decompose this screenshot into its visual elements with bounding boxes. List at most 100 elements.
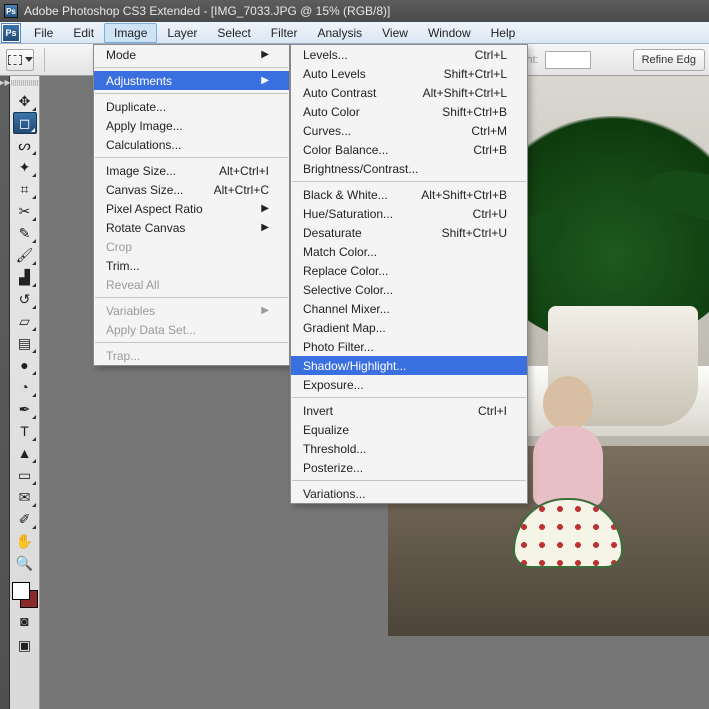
submenu-arrow-icon: ▶ bbox=[261, 75, 269, 86]
adjustments-submenu-dropdown: Levels...Ctrl+LAuto LevelsShift+Ctrl+LAu… bbox=[290, 44, 528, 504]
menubar: Ps FileEditImageLayerSelectFilterAnalysi… bbox=[0, 22, 709, 44]
color-swatches[interactable] bbox=[12, 582, 38, 608]
menu-item-label: Image Size... bbox=[106, 164, 195, 178]
adjust-menu-replace-color[interactable]: Replace Color... bbox=[291, 261, 527, 280]
adjust-menu-black-white[interactable]: Black & White...Alt+Shift+Ctrl+B bbox=[291, 185, 527, 204]
shape-tool[interactable]: ▭ bbox=[13, 464, 37, 486]
adjust-menu-threshold[interactable]: Threshold... bbox=[291, 439, 527, 458]
menu-item-label: Brightness/Contrast... bbox=[303, 162, 507, 176]
menu-item-label: Apply Image... bbox=[106, 119, 269, 133]
adjust-menu-curves[interactable]: Curves...Ctrl+M bbox=[291, 121, 527, 140]
menu-item-shortcut: Shift+Ctrl+B bbox=[442, 105, 507, 119]
menu-item-label: Photo Filter... bbox=[303, 340, 507, 354]
lasso-tool[interactable]: ᔕ bbox=[13, 134, 37, 156]
adjust-menu-desaturate[interactable]: DesaturateShift+Ctrl+U bbox=[291, 223, 527, 242]
submenu-arrow-icon: ▶ bbox=[261, 305, 269, 316]
adjust-menu-gradient-map[interactable]: Gradient Map... bbox=[291, 318, 527, 337]
adjust-menu-auto-contrast[interactable]: Auto ContrastAlt+Shift+Ctrl+L bbox=[291, 83, 527, 102]
menu-help[interactable]: Help bbox=[481, 23, 526, 43]
eyedropper-tool[interactable]: ✐ bbox=[13, 508, 37, 530]
crop-tool[interactable]: ⌗ bbox=[13, 178, 37, 200]
refine-edge-button[interactable]: Refine Edg bbox=[633, 49, 705, 71]
adjust-menu-hue-saturation[interactable]: Hue/Saturation...Ctrl+U bbox=[291, 204, 527, 223]
menu-item-label: Gradient Map... bbox=[303, 321, 507, 335]
gradient-tool[interactable]: ▤ bbox=[13, 332, 37, 354]
menu-item-label: Exposure... bbox=[303, 378, 507, 392]
menu-edit[interactable]: Edit bbox=[63, 23, 104, 43]
zoom-tool[interactable]: 🔍 bbox=[13, 552, 37, 574]
menu-layer[interactable]: Layer bbox=[157, 23, 207, 43]
path-select-tool[interactable]: ▲ bbox=[13, 442, 37, 464]
image-menu-duplicate[interactable]: Duplicate... bbox=[94, 97, 289, 116]
healing-brush-tool[interactable]: ✎ bbox=[13, 222, 37, 244]
menu-item-label: Crop bbox=[106, 240, 269, 254]
adjust-menu-variations[interactable]: Variations... bbox=[291, 484, 527, 503]
menu-item-shortcut: Shift+Ctrl+U bbox=[442, 226, 507, 240]
image-menu-trim[interactable]: Trim... bbox=[94, 256, 289, 275]
foreground-color-swatch[interactable] bbox=[12, 582, 30, 600]
adjust-menu-match-color[interactable]: Match Color... bbox=[291, 242, 527, 261]
type-tool[interactable]: T bbox=[13, 420, 37, 442]
menu-analysis[interactable]: Analysis bbox=[307, 23, 372, 43]
image-menu-apply-image[interactable]: Apply Image... bbox=[94, 116, 289, 135]
screen-mode-button[interactable]: ▣ bbox=[13, 634, 37, 656]
menu-file[interactable]: File bbox=[24, 23, 63, 43]
adjust-menu-brightness-contrast[interactable]: Brightness/Contrast... bbox=[291, 159, 527, 178]
adjust-menu-posterize[interactable]: Posterize... bbox=[291, 458, 527, 477]
menu-item-label: Threshold... bbox=[303, 442, 507, 456]
adjust-menu-invert[interactable]: InvertCtrl+I bbox=[291, 401, 527, 420]
marquee-tool[interactable]: ◻ bbox=[13, 112, 37, 134]
notes-tool[interactable]: ✉ bbox=[13, 486, 37, 508]
dodge-tool[interactable]: ◔ bbox=[13, 376, 37, 398]
slice-tool[interactable]: ✂ bbox=[13, 200, 37, 222]
image-menu-calculations[interactable]: Calculations... bbox=[94, 135, 289, 154]
image-menu-canvas-size[interactable]: Canvas Size...Alt+Ctrl+C bbox=[94, 180, 289, 199]
document-icon[interactable]: Ps bbox=[2, 24, 20, 42]
adjust-menu-photo-filter[interactable]: Photo Filter... bbox=[291, 337, 527, 356]
menu-item-label: Posterize... bbox=[303, 461, 507, 475]
adjust-menu-channel-mixer[interactable]: Channel Mixer... bbox=[291, 299, 527, 318]
menu-image[interactable]: Image bbox=[104, 23, 157, 43]
adjust-menu-levels[interactable]: Levels...Ctrl+L bbox=[291, 45, 527, 64]
toolbox-grip[interactable] bbox=[11, 80, 39, 86]
image-menu-pixel-aspect-ratio[interactable]: Pixel Aspect Ratio▶ bbox=[94, 199, 289, 218]
marquee-preset-button[interactable] bbox=[6, 49, 34, 71]
menu-item-label: Invert bbox=[303, 404, 454, 418]
image-menu-crop: Crop bbox=[94, 237, 289, 256]
magic-wand-tool[interactable]: ✦ bbox=[13, 156, 37, 178]
height-input[interactable] bbox=[545, 51, 591, 69]
pen-tool[interactable]: ✒ bbox=[13, 398, 37, 420]
clone-stamp-tool[interactable]: ▟ bbox=[13, 266, 37, 288]
adjust-menu-auto-levels[interactable]: Auto LevelsShift+Ctrl+L bbox=[291, 64, 527, 83]
adjust-menu-shadow-highlight[interactable]: Shadow/Highlight... bbox=[291, 356, 527, 375]
history-brush-tool[interactable]: ↺ bbox=[13, 288, 37, 310]
collapsed-palette[interactable]: ▶▶ bbox=[0, 76, 10, 709]
adjust-menu-color-balance[interactable]: Color Balance...Ctrl+B bbox=[291, 140, 527, 159]
eraser-tool[interactable]: ▱ bbox=[13, 310, 37, 332]
image-menu-adjustments[interactable]: Adjustments▶ bbox=[94, 71, 289, 90]
brush-tool[interactable]: 🖌 bbox=[13, 244, 37, 266]
menu-item-label: Replace Color... bbox=[303, 264, 507, 278]
menu-item-label: Channel Mixer... bbox=[303, 302, 507, 316]
hand-tool[interactable]: ✋ bbox=[13, 530, 37, 552]
menu-view[interactable]: View bbox=[372, 23, 418, 43]
menu-window[interactable]: Window bbox=[418, 23, 481, 43]
adjust-menu-auto-color[interactable]: Auto ColorShift+Ctrl+B bbox=[291, 102, 527, 121]
menu-item-shortcut: Ctrl+M bbox=[471, 124, 507, 138]
menu-item-label: Apply Data Set... bbox=[106, 323, 269, 337]
image-menu-image-size[interactable]: Image Size...Alt+Ctrl+I bbox=[94, 161, 289, 180]
adjust-menu-equalize[interactable]: Equalize bbox=[291, 420, 527, 439]
quick-mask-toggle[interactable]: ◙ bbox=[13, 610, 37, 632]
image-menu-rotate-canvas[interactable]: Rotate Canvas▶ bbox=[94, 218, 289, 237]
menu-item-label: Trap... bbox=[106, 349, 269, 363]
menu-filter[interactable]: Filter bbox=[261, 23, 308, 43]
photoshop-icon: Ps bbox=[4, 4, 18, 18]
image-menu-mode[interactable]: Mode▶ bbox=[94, 45, 289, 64]
adjust-menu-exposure[interactable]: Exposure... bbox=[291, 375, 527, 394]
blur-tool[interactable]: ● bbox=[13, 354, 37, 376]
menu-select[interactable]: Select bbox=[207, 23, 260, 43]
image-menu-apply-data-set: Apply Data Set... bbox=[94, 320, 289, 339]
move-tool[interactable]: ✥ bbox=[13, 90, 37, 112]
menu-item-label: Canvas Size... bbox=[106, 183, 190, 197]
adjust-menu-selective-color[interactable]: Selective Color... bbox=[291, 280, 527, 299]
